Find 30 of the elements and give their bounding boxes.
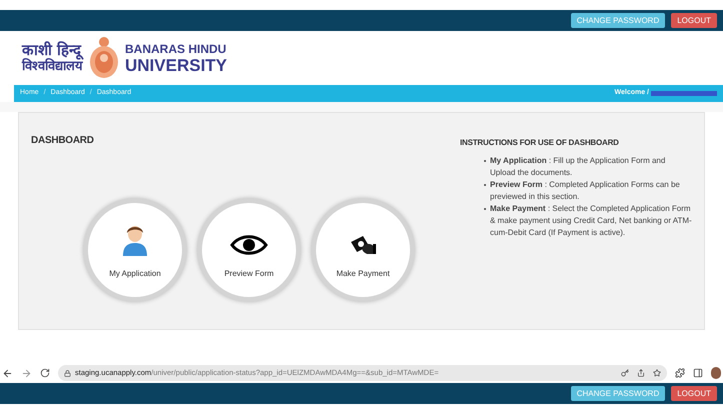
lock-icon [64,370,71,376]
instructions-title: INSTRUCTIONS FOR USE OF DASHBOARD [460,137,620,149]
change-password-button[interactable]: CHANGE PASSWORD [570,13,666,28]
dashboard-tile[interactable]: Preview Form [197,198,301,302]
dashboard-tile[interactable]: My Application [83,198,187,302]
sidebar-icon[interactable] [693,368,703,378]
instruction-text: Make Payment : Select the Completed Application Form & make payment using Credit Card, Net banking or ATM-cum-Debit Card (If Payment is active). [490,203,692,239]
logout-button[interactable]: LOGOUT [671,386,717,401]
university-name: UNIVERSITY [125,56,228,74]
eye-icon [230,234,268,256]
instruction-text: My Application : Fill up the Application Form and Upload the documents. [490,155,666,179]
profile-avatar[interactable] [711,367,721,379]
change-password-button[interactable]: CHANGE PASSWORD [570,386,666,401]
university-name: BANARAS HINDU [125,42,228,54]
hindi-university-name: विश्वविद्यालय [22,60,83,73]
reload-icon[interactable] [40,368,50,378]
redaction-bar [651,91,717,96]
key-icon[interactable] [621,369,629,377]
puzzle-icon[interactable] [675,368,685,378]
logout-button[interactable]: LOGOUT [671,13,717,28]
back-icon[interactable] [2,368,13,378]
emblem-logo [89,36,119,80]
money-hand-icon [349,234,377,256]
dashboard-tile[interactable]: Make Payment [311,198,415,302]
hindi-university-name: काशी हिन्दू [22,43,83,58]
instruction-text: Preview Form : Completed Application Forms can be previewed in this section. [490,179,681,203]
dashboard-title: DASHBOARD [31,134,95,148]
forward-icon[interactable] [21,368,32,378]
share-icon[interactable] [637,369,645,377]
star-icon[interactable] [653,369,661,377]
